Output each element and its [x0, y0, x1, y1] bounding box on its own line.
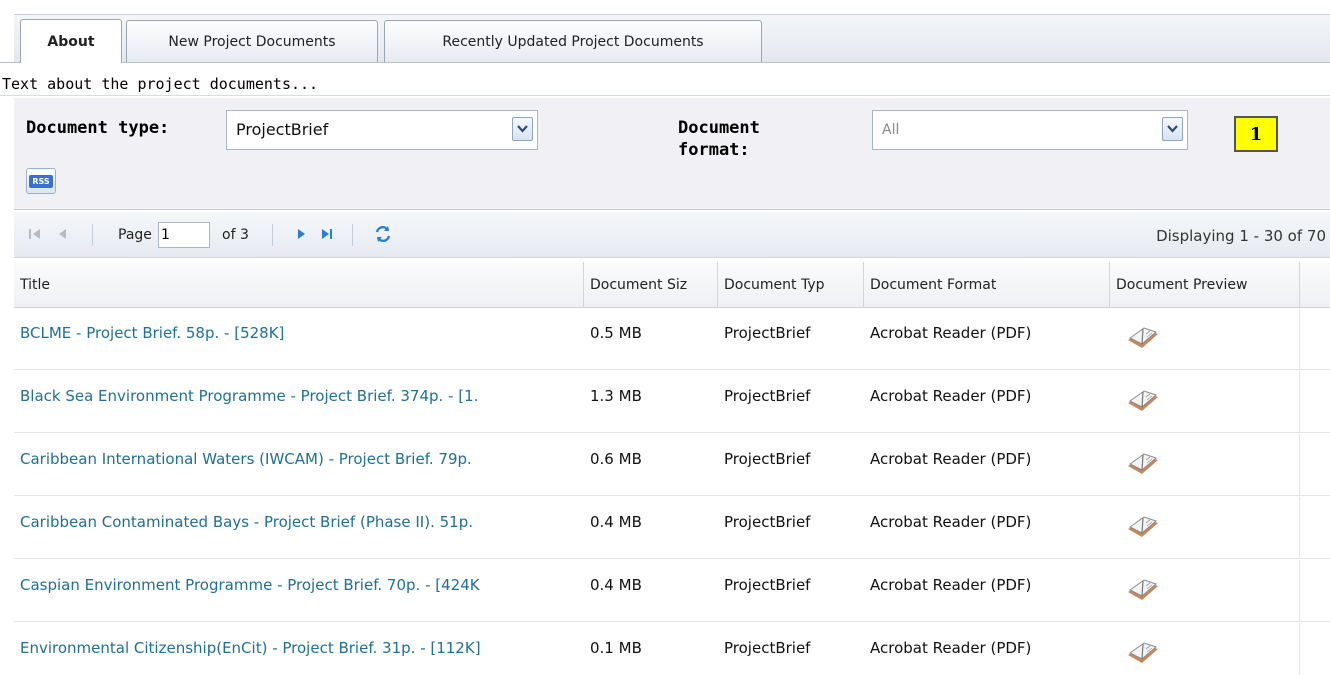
table-row[interactable]: Black Sea Environment Programme - Projec… [14, 371, 1330, 433]
document-title-link[interactable]: Caspian Environment Programme - Project … [14, 560, 582, 622]
document-format: Acrobat Reader (PDF) [870, 639, 1032, 657]
document-title-link[interactable]: Environmental Citizenship(EnCit) - Proje… [14, 623, 584, 675]
refresh-icon[interactable] [372, 224, 394, 244]
document-type: ProjectBrief [724, 450, 811, 468]
about-text: Text about the project documents... [0, 62, 1330, 96]
grid-header: Title Document Siz Document Typ Document… [14, 262, 1330, 308]
column-header-title[interactable]: Title [14, 262, 584, 308]
document-title-link[interactable]: Caribbean Contaminated Bays - Project Br… [14, 497, 582, 559]
toolbar-separator [92, 224, 93, 246]
document-size: 0.1 MB [590, 639, 642, 657]
document-format: Acrobat Reader (PDF) [870, 576, 1032, 594]
rss-button[interactable]: RSS [26, 168, 56, 194]
chevron-down-icon[interactable] [1162, 117, 1183, 141]
table-row[interactable]: Environmental Citizenship(EnCit) - Proje… [14, 623, 1330, 675]
column-header-document-format[interactable]: Document Format [864, 262, 1110, 308]
table-row[interactable]: Caspian Environment Programme - Project … [14, 560, 1330, 622]
previous-page-icon[interactable] [54, 224, 72, 244]
document-title-link[interactable]: Black Sea Environment Programme - Projec… [14, 371, 582, 433]
document-format-value: All [882, 122, 900, 138]
tab-bar: About New Project Documents Recently Upd… [0, 0, 1330, 63]
column-header-document-size[interactable]: Document Siz [584, 262, 718, 308]
displaying-count: Displaying 1 - 30 of 70 [1156, 227, 1326, 245]
document-preview-cell [1110, 308, 1300, 370]
document-type-value: ProjectBrief [236, 120, 329, 139]
document-size: 0.4 MB [590, 513, 642, 531]
document-format-label-line2: format: [678, 140, 750, 160]
document-format: Acrobat Reader (PDF) [870, 450, 1032, 468]
document-size: 0.5 MB [590, 324, 642, 342]
next-page-icon[interactable] [292, 224, 310, 244]
document-size: 0.4 MB [590, 576, 642, 594]
annotation-badge: 1 [1234, 116, 1278, 152]
column-header-document-type[interactable]: Document Typ [718, 262, 864, 308]
document-preview-cell [1110, 497, 1300, 559]
chevron-down-icon[interactable] [512, 117, 533, 141]
book-icon[interactable] [1126, 574, 1160, 606]
document-preview-cell [1110, 560, 1300, 622]
toolbar-separator [272, 224, 273, 246]
document-preview-cell [1110, 434, 1300, 496]
document-size: 1.3 MB [590, 387, 642, 405]
document-type-label: Document type: [26, 118, 170, 138]
table-row[interactable]: Caribbean International Waters (IWCAM) -… [14, 434, 1330, 496]
document-type: ProjectBrief [724, 576, 811, 594]
first-page-icon[interactable] [26, 224, 44, 244]
document-type: ProjectBrief [724, 639, 811, 657]
tab-new-project-documents-label: New Project Documents [168, 33, 336, 50]
document-format-label-line1: Document [678, 118, 760, 138]
column-header-document-preview[interactable]: Document Preview [1110, 262, 1300, 308]
document-title-link[interactable]: Caribbean International Waters (IWCAM) -… [14, 434, 582, 496]
book-icon[interactable] [1126, 511, 1160, 543]
tab-new-project-documents[interactable]: New Project Documents [126, 20, 378, 62]
book-icon[interactable] [1126, 448, 1160, 480]
document-format: Acrobat Reader (PDF) [870, 324, 1032, 342]
filter-panel: Document type: ProjectBrief Document for… [14, 98, 1330, 210]
document-type: ProjectBrief [724, 513, 811, 531]
table-row[interactable]: BCLME - Project Brief. 58p. - [528K] 0.5… [14, 308, 1330, 370]
tab-about[interactable]: About [20, 19, 122, 63]
book-icon[interactable] [1126, 322, 1160, 354]
rss-icon: RSS [29, 174, 53, 188]
document-preview-cell [1110, 371, 1300, 433]
document-type: ProjectBrief [724, 387, 811, 405]
tab-recently-updated-label: Recently Updated Project Documents [442, 33, 704, 50]
toolbar-separator [352, 224, 353, 246]
table-row[interactable]: Caribbean Contaminated Bays - Project Br… [14, 497, 1330, 559]
document-type-select[interactable]: ProjectBrief [226, 110, 538, 150]
last-page-icon[interactable] [318, 224, 336, 244]
tab-recently-updated-project-documents[interactable]: Recently Updated Project Documents [384, 20, 762, 62]
document-format-select[interactable]: All [872, 110, 1188, 150]
document-size: 0.6 MB [590, 450, 642, 468]
document-preview-cell [1110, 623, 1300, 675]
paging-toolbar: Page of 3 Displaying 1 - 30 of 70 [14, 212, 1330, 258]
page-count-label: of 3 [222, 227, 249, 243]
document-format: Acrobat Reader (PDF) [870, 513, 1032, 531]
document-format: Acrobat Reader (PDF) [870, 387, 1032, 405]
document-type: ProjectBrief [724, 324, 811, 342]
book-icon[interactable] [1126, 637, 1160, 669]
book-icon[interactable] [1126, 385, 1160, 417]
document-title-link[interactable]: BCLME - Project Brief. 58p. - [528K] [14, 308, 582, 370]
page-label: Page [118, 227, 152, 243]
tab-about-label: About [47, 33, 95, 50]
page-number-input[interactable] [158, 222, 210, 248]
